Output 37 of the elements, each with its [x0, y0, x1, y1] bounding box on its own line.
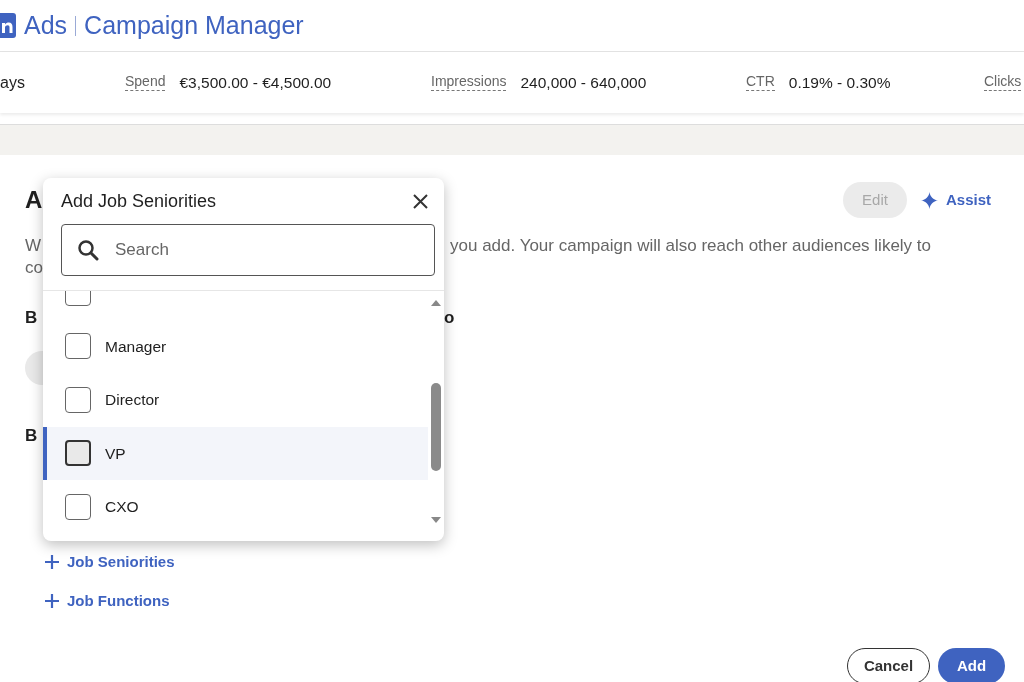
app-title: Campaign Manager [84, 9, 304, 41]
metric-label: CTR [746, 74, 775, 91]
plus-icon [45, 594, 59, 608]
metric-value: 0.19% - 0.30% [788, 72, 891, 93]
metric-label: Impressions [431, 74, 507, 91]
description-text: you add. Your campaign will also reach other audiences likely to [450, 235, 931, 257]
metric-value: 240,000 - 640,000 [520, 72, 647, 93]
dialog-title: Add Job Seniorities [61, 189, 217, 213]
search-field[interactable]: Search [61, 224, 435, 276]
metric-value: €3,500.00 - €4,500.00 [179, 72, 332, 93]
plus-icon [45, 555, 59, 569]
option-row[interactable]: CXO [43, 480, 428, 534]
add-button[interactable]: Add [938, 648, 1005, 682]
sparkle-icon [920, 191, 938, 209]
metric-label: Spend [125, 74, 166, 91]
product-name: Ads [24, 9, 68, 41]
checkbox[interactable] [65, 333, 91, 360]
logo-icon [0, 13, 16, 38]
checkbox[interactable] [65, 493, 91, 520]
metric-label: ays [0, 72, 26, 93]
checkbox[interactable] [65, 440, 91, 467]
metric-label: Clicks [984, 74, 1022, 91]
description-text: co [25, 258, 43, 277]
close-icon[interactable] [413, 193, 428, 209]
option-row[interactable]: VP [43, 426, 428, 480]
section-label: B [25, 308, 38, 327]
add-link[interactable]: Job Seniorities [45, 551, 1024, 573]
checkbox[interactable] [65, 386, 91, 413]
section-label: B [25, 426, 38, 445]
description-text: W [25, 236, 42, 255]
add-link[interactable]: Job Functions [45, 590, 1024, 612]
option-row[interactable]: Manager [43, 319, 428, 373]
cancel-button[interactable]: Cancel [847, 648, 930, 682]
assist-button[interactable]: Assist [914, 187, 997, 213]
option-row[interactable]: Director [43, 373, 428, 427]
section-heading: A [25, 186, 43, 213]
section-label: o [444, 307, 455, 329]
